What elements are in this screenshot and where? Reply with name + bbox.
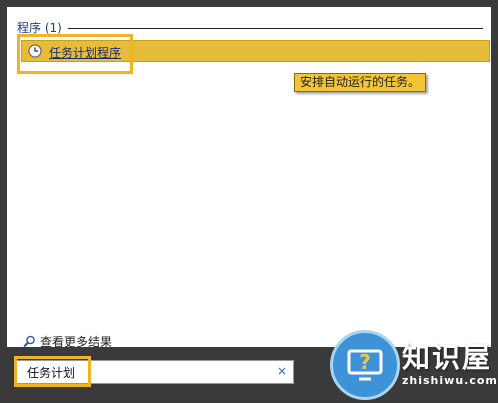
- programs-group-title: 程序 (1): [17, 20, 62, 35]
- search-results-panel: 程序 (1) 任务计划程序 查看更多结果: [7, 7, 491, 350]
- search-box[interactable]: ×: [16, 360, 294, 384]
- see-more-results-link[interactable]: 查看更多结果: [23, 333, 112, 350]
- start-menu-window: 程序 (1) 任务计划程序 查看更多结果 安排自动运行的任务。 ×: [0, 0, 498, 403]
- tooltip: 安排自动运行的任务。: [294, 73, 427, 92]
- watermark-url: zhishiwu.com: [402, 374, 498, 387]
- clear-search-button[interactable]: ×: [277, 364, 287, 378]
- programs-group-header: 程序 (1): [17, 19, 483, 35]
- search-input[interactable]: [21, 363, 273, 381]
- clock-icon: [28, 44, 42, 58]
- question-monitor-icon: ?: [347, 349, 383, 381]
- watermark-badge-icon: ?: [330, 330, 400, 400]
- watermark-brand: 知识屋: [402, 341, 493, 374]
- see-more-results-label[interactable]: 查看更多结果: [40, 333, 112, 350]
- svg-text:?: ?: [359, 350, 371, 374]
- watermark: ? 知识屋 zhishiwu.com: [322, 330, 498, 403]
- result-item-label[interactable]: 任务计划程序: [49, 44, 121, 61]
- result-item-task-scheduler[interactable]: 任务计划程序: [21, 40, 490, 62]
- magnifier-icon: [23, 335, 35, 348]
- group-divider: [67, 27, 483, 29]
